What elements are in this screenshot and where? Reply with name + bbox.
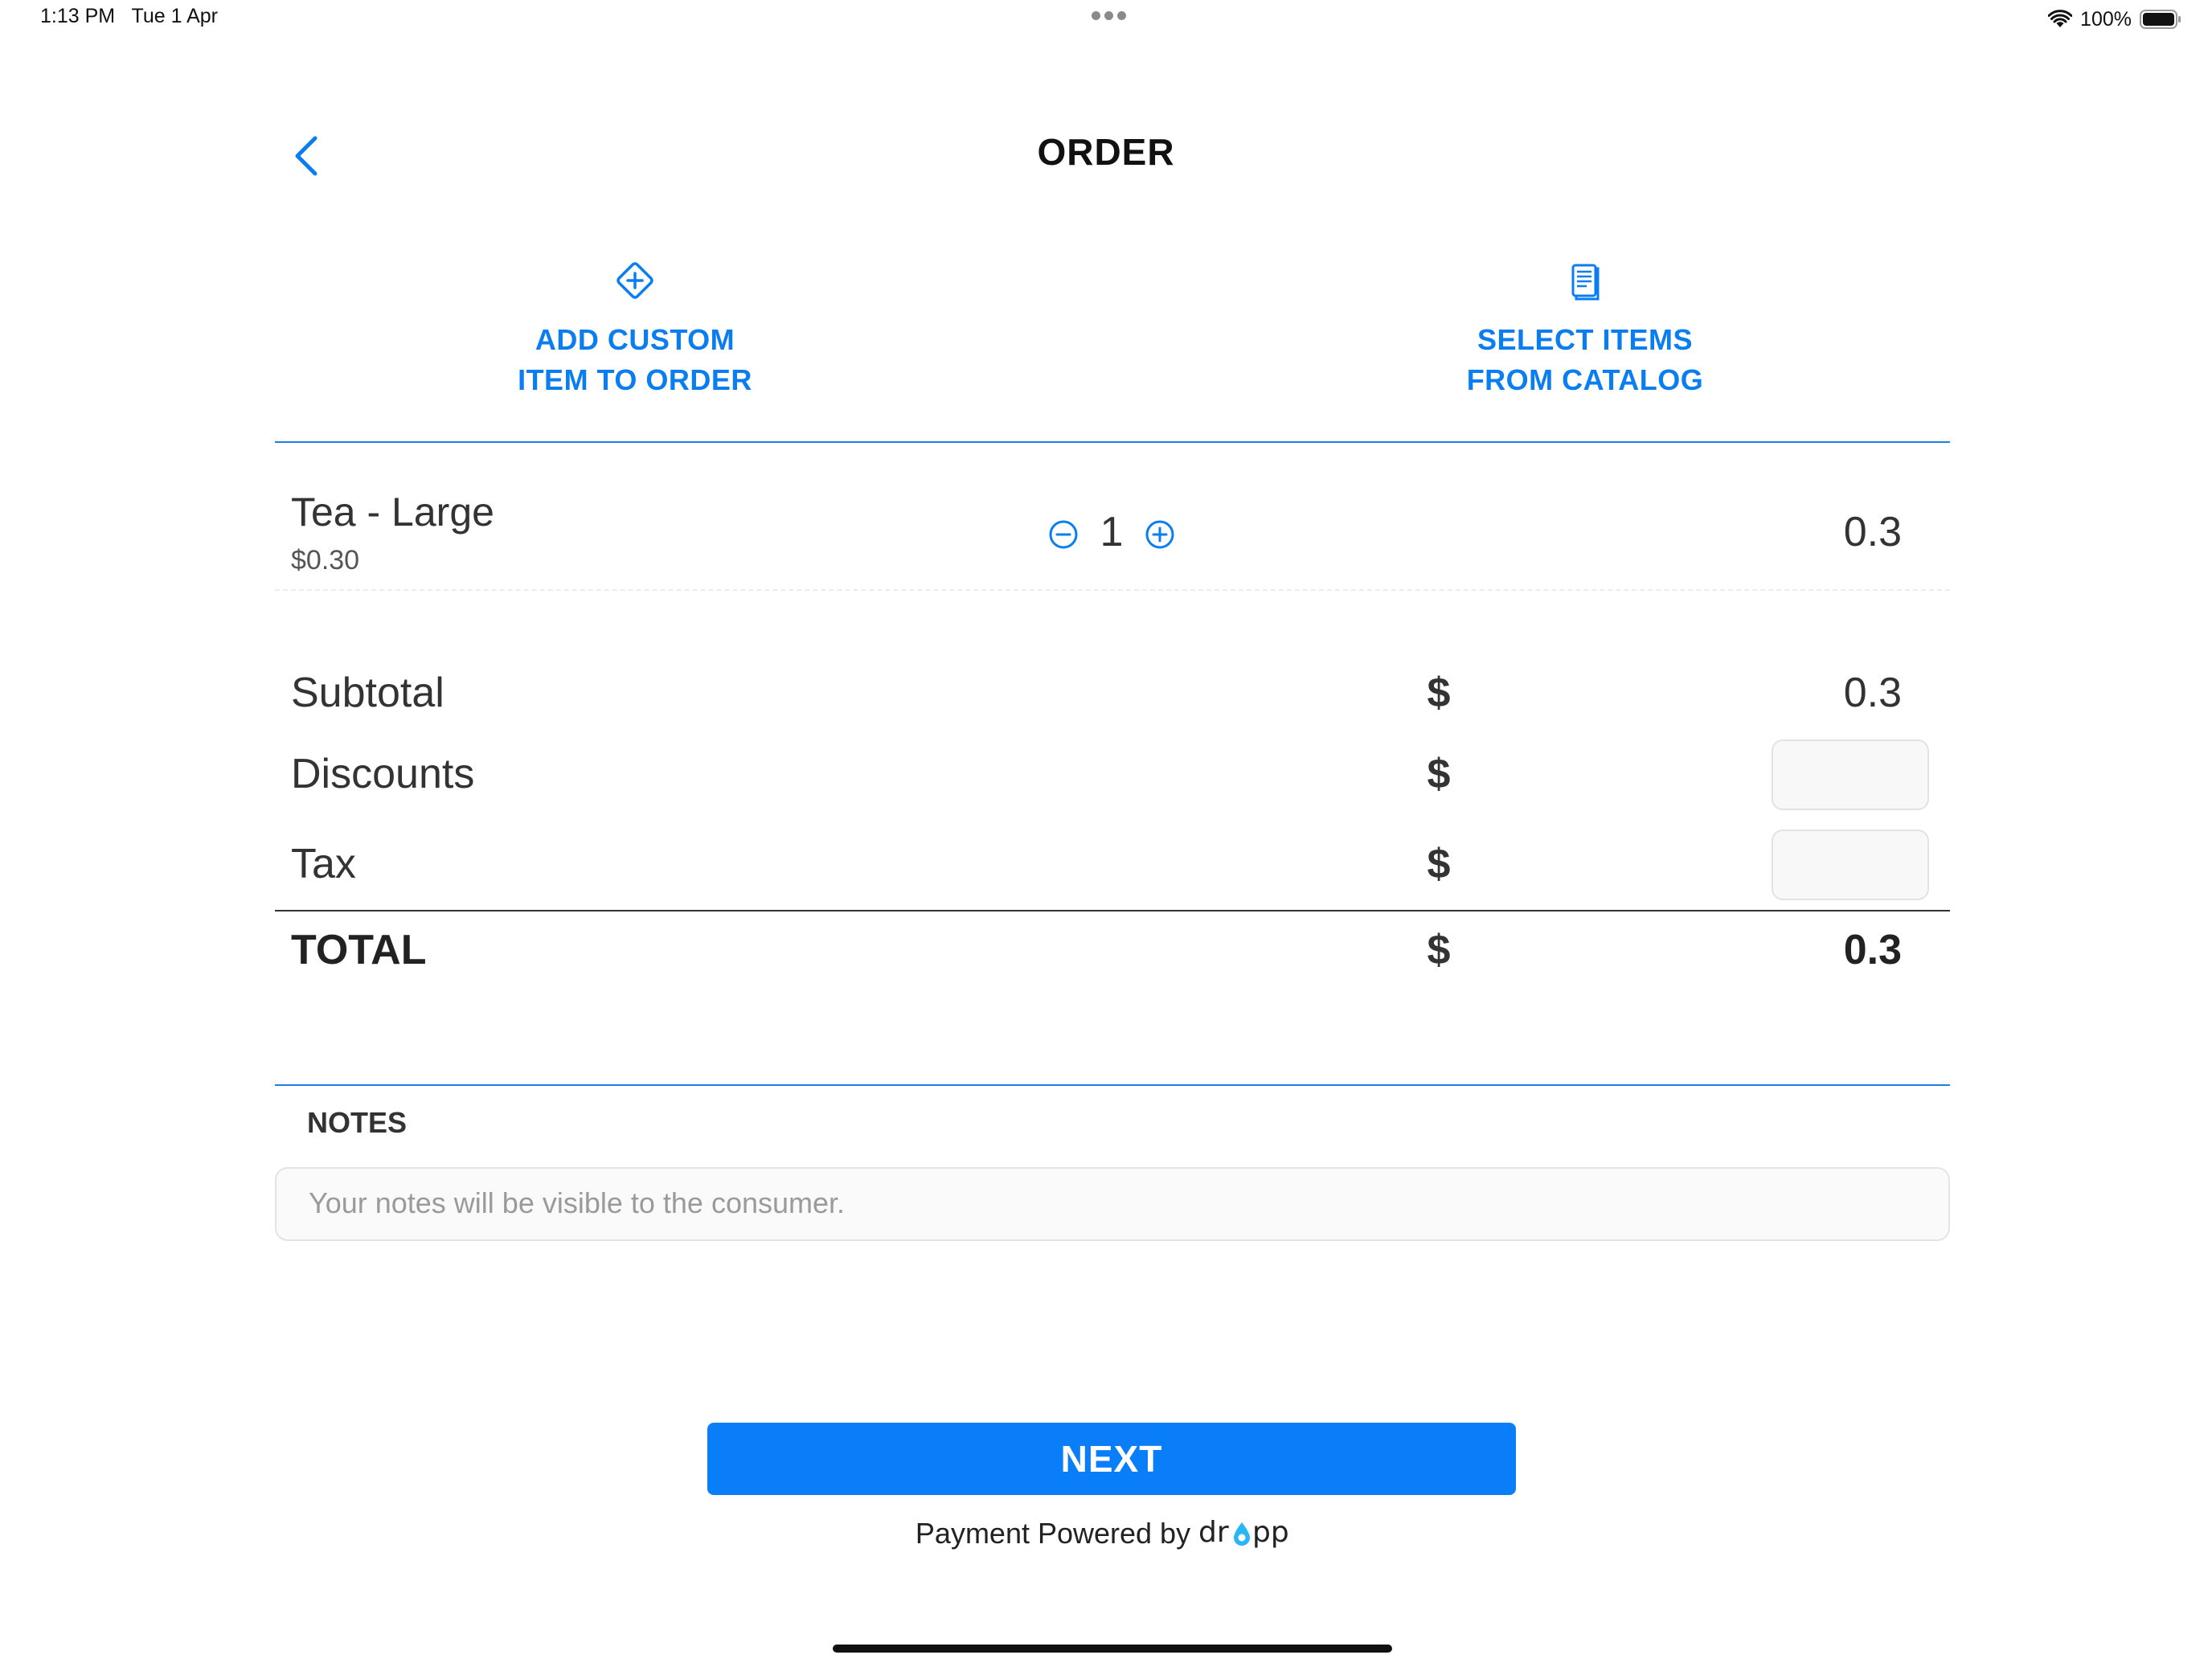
notes-label: NOTES: [307, 1106, 408, 1139]
dropp-logo: dr pp: [1198, 1516, 1289, 1549]
add-custom-item-button[interactable]: ADD CUSTOM ITEM TO ORDER: [394, 259, 876, 400]
increase-quantity-icon[interactable]: [1145, 519, 1175, 550]
discounts-currency: $: [1427, 751, 1451, 797]
total-divider: [275, 910, 1950, 911]
total-label: TOTAL: [291, 927, 427, 973]
powered-by-text: Payment Powered by: [915, 1517, 1191, 1550]
notes-placeholder: Your notes will be visible to the consum…: [309, 1186, 846, 1219]
decrease-quantity-icon[interactable]: [1048, 519, 1079, 550]
battery-icon: [2140, 10, 2181, 29]
svg-text:dr: dr: [1198, 1516, 1229, 1549]
item-divider: [275, 589, 1950, 591]
status-time: 1:13 PM: [40, 5, 116, 27]
next-button[interactable]: NEXT: [707, 1423, 1516, 1495]
powered-by: Payment Powered by dr pp: [865, 1508, 1347, 1550]
page-title: ORDER: [1037, 131, 1175, 173]
status-time-date: 1:13 PM Tue 1 Apr: [40, 5, 218, 28]
subtotal-value: 0.3: [1843, 670, 1902, 716]
add-custom-item-label: ADD CUSTOM ITEM TO ORDER: [518, 323, 752, 396]
item-name: Tea - Large: [291, 490, 494, 535]
svg-text:pp: pp: [1252, 1516, 1289, 1549]
total-currency: $: [1427, 927, 1451, 973]
section-divider: [275, 441, 1950, 443]
next-button-label: NEXT: [1060, 1438, 1163, 1480]
chevron-left-icon[interactable]: [291, 135, 323, 177]
subtotal-currency: $: [1427, 670, 1451, 716]
item-line-total: 0.3: [1843, 509, 1902, 555]
discounts-label: Discounts: [291, 751, 475, 797]
quantity-value: 1: [1100, 509, 1124, 555]
tax-input[interactable]: [1772, 830, 1929, 900]
home-indicator[interactable]: [833, 1645, 1392, 1653]
status-date: Tue 1 Apr: [131, 5, 218, 27]
select-from-catalog-label: SELECT ITEMS FROM CATALOG: [1466, 323, 1704, 396]
discounts-input[interactable]: [1772, 739, 1929, 810]
notes-divider: [275, 1084, 1950, 1086]
catalog-document-icon: [1571, 264, 1600, 301]
status-indicators: 100%: [2048, 5, 2181, 34]
total-value: 0.3: [1843, 927, 1902, 973]
tax-label: Tax: [291, 841, 356, 887]
select-from-catalog-button[interactable]: SELECT ITEMS FROM CATALOG: [1344, 259, 1826, 400]
item-unit-price: $0.30: [291, 545, 360, 576]
tax-currency: $: [1427, 841, 1451, 887]
subtotal-label: Subtotal: [291, 670, 444, 716]
multitasking-dots-icon[interactable]: [1092, 11, 1127, 21]
plus-diamond-icon: [616, 262, 653, 299]
wifi-icon: [2048, 10, 2073, 27]
order-screen: 1:13 PM Tue 1 Apr 100% ORDER ADD CUSTOM …: [0, 0, 2212, 1659]
notes-input[interactable]: Your notes will be visible to the consum…: [275, 1167, 1950, 1241]
battery-percent: 100%: [2080, 7, 2132, 31]
